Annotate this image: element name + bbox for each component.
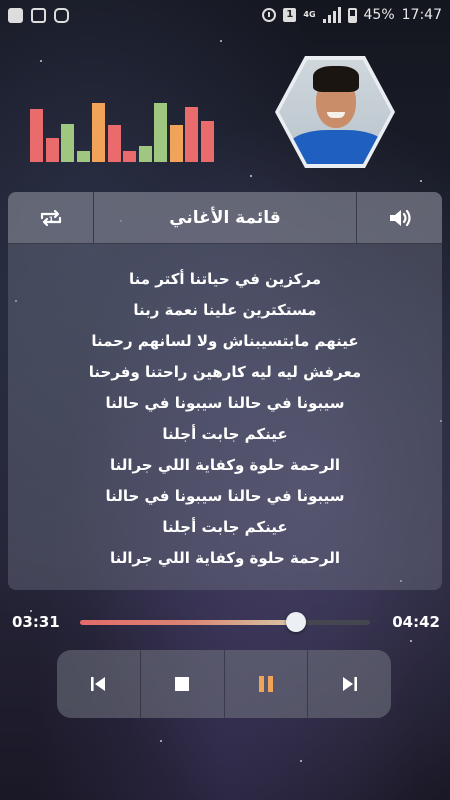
seek-bar-thumb[interactable] [286,612,307,632]
equalizer-bar [138,146,152,162]
lyric-line: عينكم جابت أجلنا [162,518,288,536]
alarm-icon [262,8,277,22]
stop-button[interactable] [141,650,225,718]
artist-photo [279,60,391,164]
gallery-notification-icon [8,7,23,23]
total-time: 04:42 [392,613,440,631]
sim-indicator: 1 [283,8,297,22]
media-notification-icon [31,7,46,23]
elapsed-time: 03:31 [12,613,60,631]
seek-bar[interactable] [80,612,370,632]
equalizer-bar [61,124,74,162]
equalizer-bar [169,125,183,162]
equalizer-bar [107,125,121,162]
clock: 17:47 [401,7,442,23]
pause-button[interactable] [225,650,309,718]
skip-previous-icon [91,677,106,691]
status-bar: 1 4G 45% 17:47 [0,0,450,30]
lyric-line: سيبونا في حالنا سيبونا في حالنا [105,487,345,505]
equalizer-bar [154,103,167,162]
equalizer-bar [92,103,105,162]
volume-button[interactable] [356,192,442,243]
signal-icon [322,7,341,23]
lyric-line: مستكترين علينا نعمة ربنا [133,301,317,319]
instagram-notification-icon [54,7,69,23]
lyric-line: الرحمة حلوة وكفاية اللي جرالنا [109,456,341,474]
next-button[interactable] [308,650,391,718]
lyric-line: الرحمة حلوة وكفاية اللي جرالنا [109,549,341,567]
battery-level: 45% [363,7,395,23]
panel-header: 1 قائمة الأغاني [8,192,442,244]
previous-button[interactable] [57,650,141,718]
stop-icon [175,677,190,691]
battery-icon [347,7,357,23]
lyrics-list: مركزين في حياتنا أكتر منا مستكترين علينا… [8,244,442,574]
equalizer-bar [200,121,214,162]
equalizer-visualizer [30,98,216,162]
lyric-line: مركزين في حياتنا أكتر منا [128,270,321,288]
lyric-line: عينهم مابتسيبناش ولا لسانهم رحمنا [91,332,359,350]
lyric-line: سيبونا في حالنا سيبونا في حالنا [105,394,345,412]
equalizer-bar [30,109,43,162]
lyric-line: عينكم جابت أجلنا [162,425,288,443]
equalizer-bar [45,138,59,162]
lyrics-panel: 1 قائمة الأغاني مركزين في حياتنا أكتر من… [8,192,442,590]
playback-controls [57,650,391,718]
volume-icon [389,209,411,226]
seek-bar-progress [80,620,297,625]
skip-next-icon [342,677,357,691]
playlist-title[interactable]: قائمة الأغاني [94,192,356,243]
equalizer-bar [76,151,90,162]
artist-avatar [275,56,395,168]
svg-text:1: 1 [48,215,53,223]
pause-icon [258,676,273,692]
repeat-button[interactable]: 1 [8,192,94,243]
equalizer-bar [123,151,136,162]
equalizer-bar [185,107,198,162]
repeat-one-icon: 1 [40,209,61,226]
network-type: 4G [303,10,316,19]
lyric-line: معرفش ليه ليه كارهين راحتنا وفرحنا [88,363,362,381]
